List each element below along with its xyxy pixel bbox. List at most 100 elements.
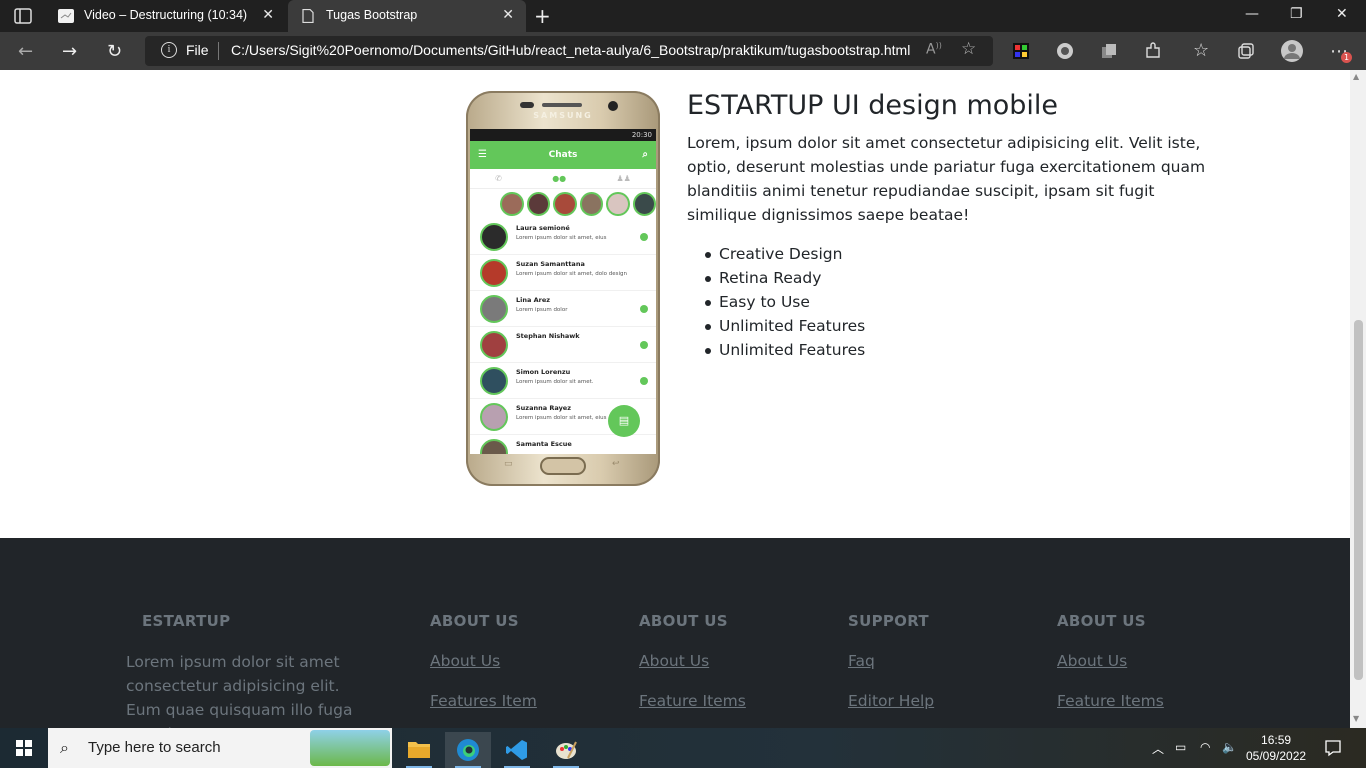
tab-actions-icon[interactable]	[14, 8, 32, 24]
footer-link-editor-help[interactable]: Editor Help	[848, 692, 934, 710]
footer-heading: SUPPORT	[848, 612, 929, 630]
chat-message: Lorem ipsum dolor	[516, 307, 568, 313]
extension-circle-icon[interactable]	[1056, 42, 1074, 60]
footer-link-about-us[interactable]: About Us	[1057, 652, 1164, 670]
back-arrow-icon[interactable]: ←	[18, 41, 33, 62]
url-text[interactable]: C:/Users/Sigit%20Poernomo/Documents/GitH…	[231, 42, 910, 58]
minimize-button[interactable]: —	[1245, 6, 1259, 22]
extension-copy-icon[interactable]	[1100, 42, 1118, 60]
avatar	[480, 331, 508, 359]
feature-title: ESTARTUP UI design mobile	[687, 90, 1059, 121]
restore-button[interactable]: ❐	[1290, 6, 1303, 22]
windows-start-icon[interactable]	[16, 740, 32, 756]
refresh-icon[interactable]: ↻	[107, 41, 122, 62]
address-bar[interactable]: i File C:/Users/Sigit%20Poernomo/Documen…	[145, 36, 993, 66]
chat-name: Stephan Nishawk	[516, 332, 580, 340]
footer-link-features-item[interactable]: Features Item	[430, 692, 537, 710]
site-footer: ESTARTUP Lorem ipsum dolor sit amet cons…	[0, 538, 1350, 728]
scroll-up-arrow-icon[interactable]: ▲	[1353, 72, 1359, 81]
show-hidden-icons-chevron-icon[interactable]: ︿	[1152, 740, 1164, 757]
footer-link-feature-items[interactable]: Feature Items	[639, 692, 746, 710]
chat-list-item: Samanta Escue	[470, 435, 656, 454]
paint-palette-icon	[556, 741, 577, 759]
scrollbar-thumb[interactable]	[1354, 320, 1363, 680]
phone-sensor	[520, 102, 534, 108]
footer-link-faq[interactable]: Faq	[848, 652, 934, 670]
address-separator	[218, 42, 219, 60]
taskbar-clock[interactable]: 16:59 05/09/2022	[1246, 732, 1306, 764]
page-scrollbar[interactable]: ▲ ▼	[1350, 70, 1366, 728]
back-key-icon: ↩	[612, 459, 620, 469]
taskbar-paint[interactable]	[543, 732, 589, 768]
footer-link-about-us[interactable]: About Us	[430, 652, 537, 670]
taskbar-search-box[interactable]: ⌕ Type here to search	[48, 728, 392, 768]
favorites-icon[interactable]: ☆	[1193, 40, 1209, 61]
tab-close-icon[interactable]: ✕	[502, 7, 514, 23]
story-avatar	[500, 192, 524, 216]
extension-color-icon[interactable]	[1012, 42, 1030, 60]
unread-dot	[640, 305, 648, 313]
stories-row	[470, 189, 656, 219]
avatar	[480, 223, 508, 251]
wifi-icon[interactable]: ◠	[1200, 740, 1210, 754]
notification-center-icon[interactable]	[1324, 739, 1342, 757]
footer-column-about-1: ABOUT US About Us Features Item	[430, 612, 537, 710]
chat-message: Lorem ipsum dolor sit amet.	[516, 379, 594, 385]
phone-screen: 20:30 ☰ Chats ⌕ ✆ ●● ♟♟ Laura semioné Lor…	[470, 129, 656, 454]
tab-tugas-bootstrap[interactable]: Tugas Bootstrap ✕	[288, 0, 526, 32]
footer-column-support: SUPPORT Faq Editor Help	[848, 612, 934, 710]
tab-video-destructuring[interactable]: Video – Destructuring (10:34) ✕	[46, 0, 286, 32]
new-chat-fab-icon: ▤	[608, 405, 640, 437]
avatar	[480, 295, 508, 323]
tab-strip: Video – Destructuring (10:34) ✕ Tugas Bo…	[0, 0, 1366, 32]
read-aloud-icon[interactable]: A))	[926, 41, 942, 58]
taskbar-vscode[interactable]	[494, 732, 540, 768]
group-icon: ♟♟	[616, 174, 631, 183]
feature-list-item: Retina Ready	[704, 266, 865, 290]
phone-speaker	[542, 103, 582, 107]
feature-list: Creative Design Retina Ready Easy to Use…	[704, 242, 865, 362]
battery-icon[interactable]: ▭	[1175, 740, 1186, 754]
chat-message: Lorem ipsum dolor sit amet, eius	[516, 235, 607, 241]
add-favorite-icon[interactable]: ☆	[961, 39, 976, 59]
phone-camera	[608, 101, 618, 111]
phone-brand: SAMSUNG	[533, 111, 593, 120]
site-info-icon[interactable]: i	[161, 42, 177, 58]
search-placeholder: Type here to search	[88, 739, 221, 756]
chat-message: Lorem ipsum dolor sit amet, dolo design	[516, 271, 628, 277]
close-window-button[interactable]: ✕	[1336, 6, 1348, 22]
recent-apps-icon: ▭	[504, 459, 513, 469]
chat-bubble-icon: ●●	[552, 174, 567, 183]
scroll-down-arrow-icon[interactable]: ▼	[1353, 714, 1359, 723]
collections-icon[interactable]	[1237, 42, 1255, 60]
chat-app-tabs: ✆ ●● ♟♟	[470, 169, 656, 189]
footer-heading: ABOUT US	[430, 612, 519, 630]
chat-message: Lorem ipsum dolor sit amet, eius	[516, 415, 607, 421]
story-avatar	[579, 192, 603, 216]
new-tab-button[interactable]: +	[534, 4, 551, 28]
footer-brand-text: Lorem ipsum dolor sit amet consectetur a…	[126, 653, 353, 728]
folder-icon	[408, 742, 430, 758]
home-button	[540, 457, 586, 475]
tab-close-icon[interactable]: ✕	[262, 7, 274, 23]
footer-heading: ABOUT US	[639, 612, 728, 630]
footer-link-feature-items[interactable]: Feature Items	[1057, 692, 1164, 710]
search-icon: ⌕	[60, 738, 69, 757]
feature-list-item: Unlimited Features	[704, 314, 865, 338]
chat-list-item: Stephan Nishawk	[470, 327, 656, 363]
footer-link-about-us[interactable]: About Us	[639, 652, 746, 670]
taskbar-file-explorer[interactable]	[396, 732, 442, 768]
file-favicon-icon	[302, 9, 314, 23]
feature-list-item: Easy to Use	[704, 290, 865, 314]
volume-icon[interactable]: 🔈	[1222, 740, 1237, 754]
forward-arrow-icon[interactable]: →	[62, 41, 77, 62]
profile-avatar-icon[interactable]	[1281, 40, 1303, 62]
chat-name: Suzanna Rayez	[516, 404, 572, 412]
chat-name: Laura semioné	[516, 224, 570, 232]
extensions-puzzle-icon[interactable]	[1144, 42, 1162, 60]
avatar	[480, 403, 508, 431]
unread-dot	[640, 377, 648, 385]
menu-icon: ☰	[478, 149, 487, 160]
taskbar-edge[interactable]	[445, 732, 491, 768]
story-avatar	[606, 192, 630, 216]
